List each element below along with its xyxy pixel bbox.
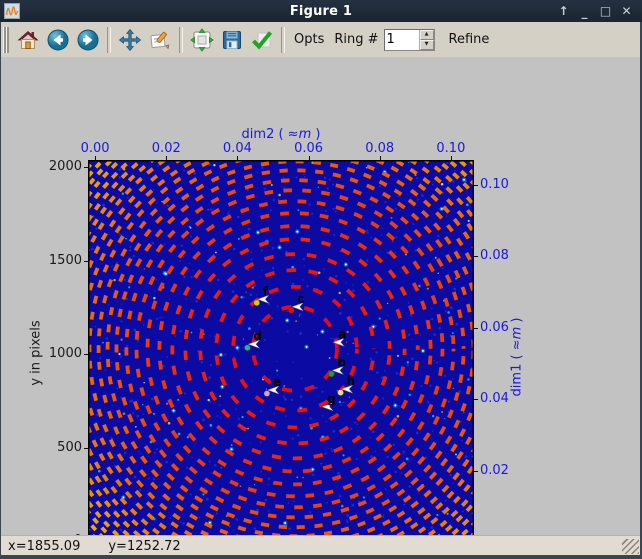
- home-icon: [16, 28, 40, 52]
- right-tick-label: 0.02: [480, 463, 509, 478]
- refine-button[interactable]: Refine: [449, 32, 490, 47]
- save-icon: [220, 28, 244, 52]
- control-point-label: e: [273, 375, 281, 389]
- y-tick-label: 2000: [0, 159, 82, 174]
- top-tick: [95, 156, 96, 160]
- top-tick-label: 0.02: [152, 141, 181, 156]
- control-point-label: f: [263, 284, 269, 298]
- configure-subplots-button[interactable]: [188, 26, 216, 54]
- toolbar-separator: [107, 27, 111, 53]
- cursor-x-readout: x=1855.09: [8, 539, 80, 554]
- y-tick: [84, 167, 88, 168]
- toolbar-separator: [281, 27, 285, 53]
- y-tick-label: 500: [0, 440, 82, 455]
- edit-icon: [148, 28, 172, 52]
- check-icon: [250, 28, 274, 52]
- right-tick: [474, 471, 478, 472]
- control-point-label: b: [337, 355, 346, 369]
- spin-up-button[interactable]: ▲: [420, 30, 434, 40]
- y-tick: [84, 448, 88, 449]
- top-tick: [166, 156, 167, 160]
- back-button[interactable]: [44, 26, 72, 54]
- right-tick-label: 0.04: [480, 391, 509, 406]
- top-tick: [451, 156, 452, 160]
- y-tick: [84, 261, 88, 262]
- minimize-button[interactable]: _: [577, 3, 592, 19]
- window-border: [0, 22, 1, 559]
- control-point-label: h: [347, 374, 356, 388]
- ring-number-label: Ring #: [334, 32, 378, 47]
- title-bar: Figure 1 ↑ _ □ ✕: [0, 0, 642, 22]
- toolbar-separator: [179, 27, 183, 53]
- window-border: [0, 555, 642, 559]
- toolbar-grip-handle[interactable]: [3, 27, 9, 53]
- right-tick: [474, 399, 478, 400]
- top-tick-label: 0.00: [81, 141, 110, 156]
- forward-button[interactable]: [74, 26, 102, 54]
- shade-button[interactable]: ↑: [556, 3, 571, 19]
- ring-number-input[interactable]: [385, 30, 419, 50]
- top-tick-label: 0.10: [436, 141, 465, 156]
- save-button[interactable]: [218, 26, 246, 54]
- pan-icon: [118, 28, 142, 52]
- home-button[interactable]: [14, 26, 42, 54]
- spin-down-button[interactable]: ▼: [420, 40, 434, 50]
- right-axis-title: dim1 ( ≈m ): [510, 318, 525, 397]
- right-tick: [474, 256, 478, 257]
- y-tick: [84, 354, 88, 355]
- top-tick: [309, 156, 310, 160]
- diffraction-image-plot[interactable]: ab c d e f gh: [88, 160, 474, 542]
- top-tick-label: 0.08: [365, 141, 394, 156]
- y-tick-label: 1500: [0, 253, 82, 268]
- back-icon: [46, 28, 70, 52]
- right-tick: [474, 328, 478, 329]
- cursor-y-readout: y=1252.72: [108, 539, 180, 554]
- matplotlib-logo-icon: [4, 3, 20, 19]
- window-title: Figure 1: [0, 4, 642, 19]
- top-tick-label: 0.06: [294, 141, 323, 156]
- top-tick: [237, 156, 238, 160]
- configure-subplots-icon: [190, 28, 214, 52]
- y-tick-label: 1000: [0, 346, 82, 361]
- edit-button[interactable]: [146, 26, 174, 54]
- maximize-button[interactable]: □: [598, 3, 613, 19]
- control-point-label: c: [297, 292, 304, 306]
- right-tick-label: 0.06: [480, 320, 509, 335]
- forward-icon: [76, 28, 100, 52]
- control-point-label: d: [253, 329, 262, 343]
- pan-button[interactable]: [116, 26, 144, 54]
- matplotlib-toolbar: Opts Ring # ▲ ▼ Refine: [0, 22, 642, 58]
- opts-button[interactable]: Opts: [294, 32, 324, 47]
- apply-check-button[interactable]: [248, 26, 276, 54]
- right-tick: [474, 185, 478, 186]
- figure-window: Figure 1 ↑ _ □ ✕: [0, 0, 642, 559]
- status-bar: x=1855.09 y=1252.72: [0, 535, 642, 556]
- top-axis-title: dim2 ( ≈m ): [242, 127, 321, 142]
- top-tick: [380, 156, 381, 160]
- figure-canvas: abcdefgh dim2 ( ≈m ) x in pixels y in pi…: [0, 57, 642, 535]
- resize-grip[interactable]: [622, 539, 639, 554]
- control-point-label: g: [327, 392, 336, 406]
- right-tick-label: 0.08: [480, 248, 509, 263]
- right-tick-label: 0.10: [480, 177, 509, 192]
- ring-number-spinbox: ▲ ▼: [384, 29, 435, 51]
- control-point-label: a: [338, 327, 346, 341]
- close-button[interactable]: ✕: [619, 3, 634, 19]
- top-tick-label: 0.04: [223, 141, 252, 156]
